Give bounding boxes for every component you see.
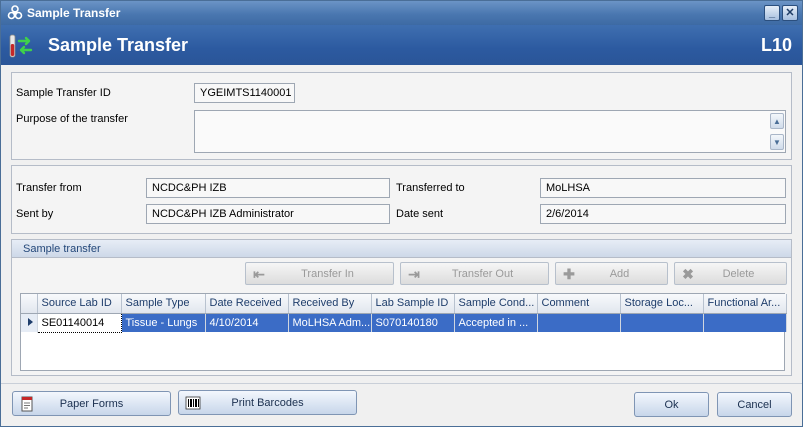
- delete-button[interactable]: ✖ Delete: [674, 262, 787, 285]
- transfer-from-field[interactable]: NCDC&PH IZB: [146, 178, 390, 198]
- transfer-id-field[interactable]: YGEIMTS1140001: [194, 83, 295, 103]
- window-title: Sample Transfer: [27, 6, 121, 20]
- transferred-to-field[interactable]: MoLHSA: [540, 178, 786, 198]
- minimize-icon: _: [768, 6, 776, 19]
- transfer-parties-panel: Transfer from NCDC&PH IZB Transferred to…: [11, 165, 792, 234]
- table-cell[interactable]: Accepted in ...: [454, 313, 538, 332]
- column-header[interactable]: Lab Sample ID: [371, 294, 455, 314]
- column-header[interactable]: Functional Ar...: [703, 294, 787, 314]
- barcode-icon: [185, 396, 201, 410]
- transferred-to-label: Transferred to: [396, 182, 465, 194]
- scroll-down-button[interactable]: ▼: [770, 134, 784, 150]
- paper-forms-button[interactable]: Paper Forms: [12, 391, 171, 416]
- column-header[interactable]: Comment: [537, 294, 621, 314]
- chevron-up-icon: ▲: [773, 116, 781, 126]
- paper-forms-label: Paper Forms: [59, 397, 124, 410]
- samples-grid: Source Lab ID Sample Type Date Received …: [20, 293, 787, 371]
- samples-table: Source Lab ID Sample Type Date Received …: [21, 294, 787, 333]
- table-cell[interactable]: S070140180: [371, 313, 455, 332]
- ok-label: Ok: [664, 398, 679, 411]
- close-button[interactable]: ✕: [782, 5, 798, 21]
- transfer-id-label: Sample Transfer ID: [16, 87, 111, 99]
- column-header[interactable]: Date Received: [205, 294, 289, 314]
- row-indicator-header: [21, 294, 38, 314]
- date-sent-label: Date sent: [396, 208, 444, 220]
- transfer-in-button[interactable]: ⇤ Transfer In: [245, 262, 394, 285]
- cancel-button[interactable]: Cancel: [717, 392, 792, 417]
- section-header: Sample transfer: [12, 240, 791, 258]
- print-barcodes-button[interactable]: Print Barcodes: [178, 390, 357, 415]
- transfer-info-panel: Sample Transfer ID YGEIMTS1140001 Purpos…: [11, 72, 792, 160]
- section-title: Sample transfer: [23, 243, 101, 255]
- close-icon: ✕: [785, 6, 795, 19]
- minimize-button[interactable]: _: [764, 5, 780, 21]
- column-header[interactable]: Sample Type: [121, 294, 206, 314]
- screen-code: L10: [760, 35, 792, 55]
- row-indicator[interactable]: [21, 313, 38, 332]
- current-row-icon: [28, 317, 33, 326]
- purpose-label: Purpose of the transfer: [16, 113, 128, 125]
- column-header[interactable]: Storage Loc...: [620, 294, 704, 314]
- chevron-down-icon: ▼: [773, 137, 781, 147]
- table-row[interactable]: SE01140014 Tissue - Lungs 4/10/2014 MoLH…: [21, 312, 787, 333]
- scroll-up-button[interactable]: ▲: [770, 113, 784, 129]
- table-cell[interactable]: 4/10/2014: [205, 313, 289, 332]
- transfer-out-label: Transfer Out: [451, 267, 514, 280]
- grid-header-row: Source Lab ID Sample Type Date Received …: [21, 294, 787, 314]
- page-header: Sample Transfer L10: [1, 25, 802, 65]
- transfer-in-label: Transfer In: [301, 267, 354, 280]
- table-cell[interactable]: MoLHSA Adm...: [288, 313, 372, 332]
- page-title: Sample Transfer: [48, 35, 189, 55]
- sample-transfer-panel: Sample transfer ⇤ Transfer In ⇥ Transfer…: [11, 239, 792, 376]
- table-cell[interactable]: Tissue - Lungs: [121, 313, 206, 332]
- ok-button[interactable]: Ok: [634, 392, 709, 417]
- table-cell[interactable]: [620, 313, 704, 332]
- column-header[interactable]: Received By: [288, 294, 372, 314]
- arrow-out-icon: ⇥: [408, 266, 420, 282]
- table-cell[interactable]: [703, 313, 787, 332]
- purpose-field[interactable]: ▲ ▼: [194, 110, 786, 153]
- delete-x-icon: ✖: [682, 266, 694, 282]
- arrow-in-icon: ⇤: [253, 266, 265, 282]
- plus-icon: ✚: [563, 266, 575, 282]
- table-cell[interactable]: SE01140014: [36, 312, 122, 333]
- table-cell[interactable]: [537, 313, 621, 332]
- date-sent-field[interactable]: 2/6/2014: [540, 204, 786, 224]
- document-icon: [21, 396, 33, 412]
- cancel-label: Cancel: [737, 398, 772, 411]
- biohazard-icon: [7, 5, 23, 20]
- transfer-from-label: Transfer from: [16, 182, 82, 194]
- add-button[interactable]: ✚ Add: [555, 262, 668, 285]
- column-header[interactable]: Source Lab ID: [37, 294, 122, 314]
- transfer-out-button[interactable]: ⇥ Transfer Out: [400, 262, 549, 285]
- column-header[interactable]: Sample Cond...: [454, 294, 538, 314]
- sent-by-label: Sent by: [16, 208, 54, 220]
- print-barcodes-label: Print Barcodes: [231, 396, 304, 409]
- sent-by-field[interactable]: NCDC&PH IZB Administrator: [146, 204, 390, 224]
- sample-transfer-window: Sample Transfer _ ✕ Sample Transfer L10 …: [0, 0, 803, 427]
- footer-bar: Paper Forms Print Barcodes Ok Cancel: [1, 383, 802, 426]
- sample-transfer-icon: [9, 34, 33, 58]
- title-bar: Sample Transfer _ ✕: [1, 1, 802, 25]
